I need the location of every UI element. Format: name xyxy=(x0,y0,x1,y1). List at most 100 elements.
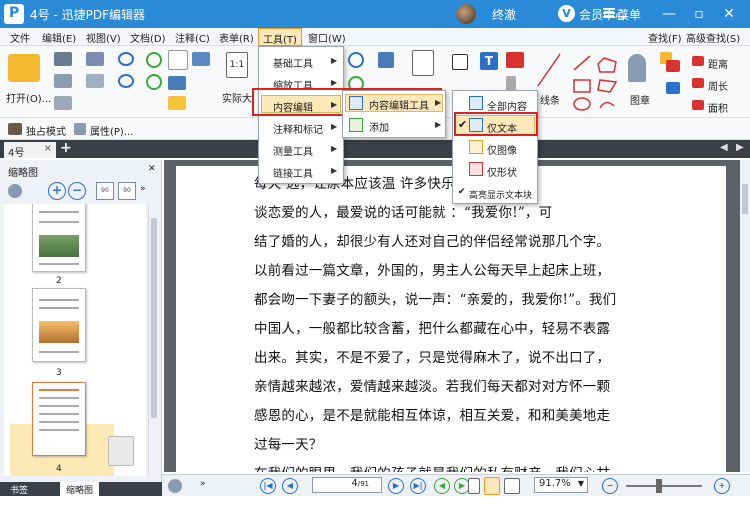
actual-size-icon[interactable]: 1:1 xyxy=(226,52,248,78)
zoom-slider[interactable] xyxy=(626,485,702,487)
typewriter-icon[interactable] xyxy=(412,50,434,76)
properties-button[interactable]: 属性(P)... xyxy=(90,123,133,138)
first-page-icon[interactable]: |◀ xyxy=(260,478,276,494)
shapes-icon[interactable] xyxy=(570,52,622,112)
tab-bookmarks[interactable]: 书签 xyxy=(4,482,34,496)
menu-icon[interactable] xyxy=(603,7,615,19)
document-page[interactable]: 每天 远，让原本应该温 许多快乐和幸福。 谈恋爱的人，最爱说的话可能就 ：“我爱… xyxy=(176,166,726,472)
menu-all-content[interactable]: 全部内容 xyxy=(487,98,527,113)
menu-comment[interactable]: 注释(C) xyxy=(175,30,210,45)
menu-edit[interactable]: 编辑(E) xyxy=(42,30,76,45)
menu-link-tools[interactable]: 链接工具 xyxy=(273,165,313,180)
page-number-input[interactable]: 4/91 xyxy=(312,477,382,493)
menu-tools[interactable]: 工具(T) xyxy=(258,28,302,46)
tab-next-icon[interactable]: ▶ xyxy=(736,142,744,153)
facing-page-icon[interactable] xyxy=(504,478,520,494)
menu-document[interactable]: 文档(D) xyxy=(130,30,166,45)
zoom-icon[interactable] xyxy=(168,96,186,110)
menu-file[interactable]: 文件 xyxy=(10,30,30,45)
text-t-icon[interactable]: T xyxy=(480,52,498,70)
prev-page-icon[interactable]: ◀ xyxy=(282,478,298,494)
open-folder-icon[interactable] xyxy=(8,54,40,82)
zoom-out-thumb-icon[interactable]: − xyxy=(68,182,86,200)
eraser-icon[interactable] xyxy=(666,60,680,72)
menu-content-edit-tool[interactable]: 内容编辑工具 xyxy=(369,97,429,112)
forward-icon[interactable] xyxy=(146,74,162,90)
zoom-slider-handle[interactable] xyxy=(656,479,662,493)
line-icon[interactable] xyxy=(536,52,562,88)
area-tool[interactable]: 面积 xyxy=(708,100,728,115)
rotate-left-icon[interactable]: 90 xyxy=(96,182,114,200)
menu-image-only[interactable]: 仅图像 xyxy=(487,142,517,157)
maximize-icon[interactable]: ▫ xyxy=(688,3,710,25)
edit-text-icon[interactable] xyxy=(378,52,394,68)
stamp-label[interactable]: 图章 xyxy=(630,92,650,107)
advanced-find-button[interactable]: 高级查找(S) xyxy=(686,30,740,45)
user-name[interactable]: 终澈 xyxy=(492,6,516,23)
add-tab-icon[interactable]: + xyxy=(60,140,72,156)
tab-document-4[interactable]: 4号 × xyxy=(4,142,56,159)
next-page-icon[interactable]: ▶ xyxy=(388,478,404,494)
note-icon[interactable] xyxy=(506,52,524,68)
textbox-icon[interactable] xyxy=(452,54,468,70)
page-icon[interactable] xyxy=(54,96,72,110)
tab-prev-icon[interactable]: ◀ xyxy=(720,142,728,153)
back-view-icon[interactable]: ◀ xyxy=(434,478,450,494)
stamp-icon[interactable] xyxy=(628,54,646,82)
vip-icon[interactable]: V xyxy=(558,5,575,22)
line-tool-label[interactable]: 线条 xyxy=(540,92,560,107)
menu-form[interactable]: 表单(R) xyxy=(219,30,254,45)
thumbnail-page-3[interactable] xyxy=(32,288,86,362)
last-page-icon[interactable]: ▶| xyxy=(410,478,426,494)
snapshot-icon[interactable] xyxy=(192,52,210,66)
single-page-icon[interactable] xyxy=(468,478,480,494)
zoom-out-icon[interactable]: − xyxy=(602,478,618,494)
menu-window[interactable]: 窗口(W) xyxy=(308,30,346,45)
zoom-in-status-icon[interactable]: + xyxy=(714,478,730,494)
rotate-right-icon[interactable]: 90 xyxy=(118,182,136,200)
undo-icon[interactable] xyxy=(118,52,134,66)
actual-size-label[interactable]: 实际大 xyxy=(222,90,252,105)
print-icon[interactable] xyxy=(54,74,72,88)
menu-basic-tools[interactable]: 基础工具 xyxy=(273,55,313,70)
back-icon[interactable] xyxy=(146,52,162,68)
thumbnail-scrollbar[interactable] xyxy=(148,204,158,476)
avatar[interactable] xyxy=(456,4,476,24)
find-button[interactable]: 查找(F) xyxy=(648,30,682,45)
menu-highlight-text-blocks[interactable]: 高亮显示文本块 xyxy=(469,188,532,201)
perimeter-tool[interactable]: 周长 xyxy=(708,78,728,93)
thumbnail-page-4[interactable] xyxy=(32,382,86,456)
pencil-icon[interactable] xyxy=(666,82,680,94)
status-more-icon[interactable]: » xyxy=(200,479,206,489)
minimize-icon[interactable]: — xyxy=(658,3,680,25)
panel-settings-icon[interactable] xyxy=(8,184,22,198)
save-icon[interactable] xyxy=(54,52,72,66)
open-button[interactable]: 打开(O)... xyxy=(6,90,51,105)
close-icon[interactable]: ✕ xyxy=(718,3,740,25)
content-edit-submenu: 内容编辑工具 ▶ 添加 ▶ xyxy=(342,90,446,138)
status-settings-icon[interactable] xyxy=(168,479,182,493)
tab-thumbnails[interactable]: 缩略图 xyxy=(60,482,100,496)
menu-add[interactable]: 添加 xyxy=(369,119,389,134)
menu-measure-tools[interactable]: 测量工具 xyxy=(273,143,313,158)
distance-tool[interactable]: 距离 xyxy=(708,56,728,71)
thumbnail-page-2[interactable] xyxy=(32,204,86,272)
exclusive-mode-button[interactable]: 独占模式 xyxy=(26,123,66,138)
zoom-in-thumb-icon[interactable]: + xyxy=(48,182,66,200)
mail-icon[interactable] xyxy=(86,52,104,66)
continuous-page-icon[interactable] xyxy=(484,477,500,495)
redo-icon[interactable] xyxy=(118,74,134,88)
panel-more-icon[interactable]: » xyxy=(140,184,146,194)
menu-button[interactable]: 菜单 xyxy=(617,6,641,23)
select-icon[interactable] xyxy=(168,76,186,90)
zoom-in-icon[interactable] xyxy=(348,52,364,68)
tab-close-icon[interactable]: × xyxy=(44,143,52,154)
menu-view[interactable]: 视图(V) xyxy=(86,30,121,45)
menu-annotations[interactable]: 注释和标记 xyxy=(273,121,323,136)
panel-close-icon[interactable]: ✕ xyxy=(148,164,156,174)
hand-tool-icon[interactable] xyxy=(168,50,188,70)
document-scrollbar[interactable] xyxy=(740,160,750,472)
menu-shape-only[interactable]: 仅形状 xyxy=(487,164,517,179)
zoom-select[interactable]: 91.7% ▼ xyxy=(534,477,588,493)
scan-icon[interactable] xyxy=(86,74,104,88)
